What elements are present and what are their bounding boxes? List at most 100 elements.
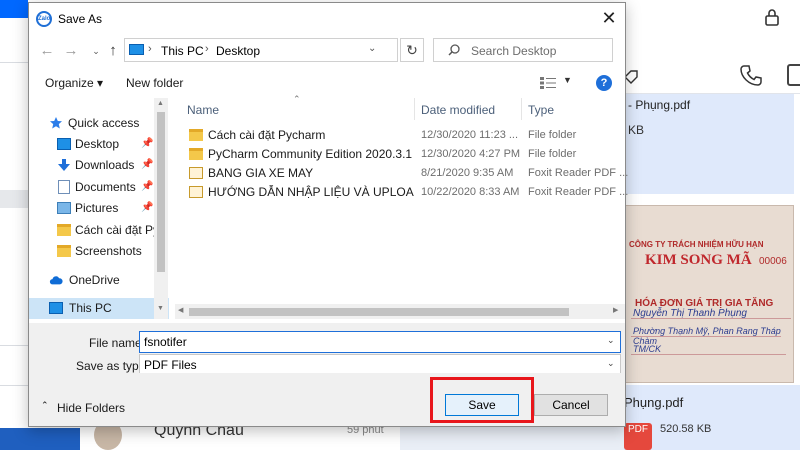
sidebar-item-quick-access[interactable]: Quick access	[29, 113, 169, 134]
background-divider	[0, 62, 28, 63]
chat-panel: - Phụng.pdf KB CÔNG TY TRÁCH NHIỆM HỮU H…	[624, 0, 800, 450]
column-divider[interactable]	[414, 98, 415, 120]
column-divider[interactable]	[521, 98, 522, 120]
up-arrow-icon[interactable]: ↑	[104, 42, 122, 60]
sidebar-item-label: Pictures	[75, 201, 119, 215]
cloud-icon	[49, 276, 63, 285]
view-dropdown-icon[interactable]: ▼	[563, 75, 572, 85]
file-name: BANG GIA XE MAY	[208, 166, 314, 180]
close-icon[interactable]: ✕	[595, 8, 623, 30]
dialog-titlebar[interactable]: Zalo Save As ✕	[29, 3, 625, 33]
folder-icon	[57, 224, 71, 236]
recent-locations-chevron-icon[interactable]: ⌄	[87, 42, 105, 60]
file-date: 12/30/2020 4:27 PM	[421, 148, 521, 160]
sidebar-item-documents[interactable]: Documents 📌	[29, 177, 169, 198]
file-type: Foxit Reader PDF ...	[528, 186, 629, 198]
file-list: ⌃ Name Date modified Type Cách cài đặt P…	[175, 94, 628, 319]
chevron-down-icon[interactable]: ⌄	[368, 43, 376, 54]
new-folder-button[interactable]: New folder	[126, 76, 183, 90]
tag-icon[interactable]	[624, 70, 638, 84]
invoice-line	[631, 336, 781, 337]
dialog-title: Save As	[58, 12, 103, 26]
chat-file-name: - Phụng.pdf	[628, 98, 691, 112]
file-row[interactable]: BANG GIA XE MAY 8/21/2020 9:35 AM Foxit …	[175, 164, 628, 183]
sidebar-item-label: Screenshots	[75, 244, 142, 258]
pc-icon	[129, 44, 144, 55]
scrollbar-thumb[interactable]	[189, 308, 569, 316]
sidebar-item-label: Quick access	[68, 116, 140, 130]
background-divider	[0, 345, 28, 346]
column-header-date-modified[interactable]: Date modified	[421, 103, 495, 117]
chat-header	[624, 32, 800, 94]
documents-icon	[58, 180, 70, 194]
chevron-down-icon[interactable]: ⌄	[607, 335, 615, 346]
scroll-up-icon[interactable]: ▲	[157, 100, 164, 107]
chat-file-message[interactable]: Phụng.pdf PDF 520.58 KB	[624, 385, 800, 450]
breadcrumb-separator: ›	[148, 43, 152, 55]
background-left-strip	[0, 0, 28, 450]
save-as-type-label: Save as type:	[76, 359, 149, 373]
chat-file-size: 520.58 KB	[660, 423, 712, 435]
search-icon	[448, 44, 460, 56]
hide-folders-button[interactable]: Hide Folders	[57, 401, 125, 415]
download-icon	[58, 159, 70, 171]
file-row[interactable]: HƯỚNG DẪN NHẬP LIỆU VÀ UPLOAD H... 10/22…	[175, 183, 628, 202]
file-name: HƯỚNG DẪN NHẬP LIỆU VÀ UPLOAD H...	[208, 185, 414, 199]
save-form: File name: fsnotifer ⌄ Save as type: PDF…	[29, 323, 625, 376]
window-toggle-icon[interactable]	[787, 64, 800, 86]
pdf-icon: PDF	[624, 423, 652, 450]
chevron-down-icon[interactable]: ⌄	[607, 358, 615, 369]
sidebar-item-desktop[interactable]: Desktop 📌	[29, 134, 169, 155]
file-type: File folder	[528, 148, 577, 160]
breadcrumb-separator: ›	[205, 43, 209, 55]
sidebar-item-downloads[interactable]: Downloads 📌	[29, 155, 169, 176]
sidebar-item-cach-cai-dat[interactable]: Cách cài đặt Pyc	[29, 220, 169, 241]
phone-icon[interactable]	[740, 64, 762, 86]
refresh-icon[interactable]: ↻	[400, 38, 424, 62]
scroll-right-icon[interactable]: ▶	[613, 306, 618, 314]
sidebar-item-label: Desktop	[75, 137, 120, 151]
file-date: 10/22/2020 8:33 AM	[421, 186, 520, 198]
horizontal-scrollbar[interactable]: ◀ ▶	[175, 304, 625, 319]
help-icon[interactable]: ?	[596, 75, 612, 91]
sidebar-item-screenshots[interactable]: Screenshots	[29, 241, 169, 262]
back-arrow-icon[interactable]: ←	[38, 42, 56, 60]
chat-image-message[interactable]: CÔNG TY TRÁCH NHIỆM HỮU HẠN KIM SONG MÃ …	[624, 205, 794, 383]
column-header-name[interactable]: Name	[187, 103, 219, 117]
pin-icon: 📌	[141, 138, 154, 149]
address-bar[interactable]: › This PC › Desktop ⌄	[124, 38, 398, 62]
sidebar-item-label: Documents	[75, 180, 136, 194]
chevron-up-icon[interactable]: ⌃	[41, 400, 49, 411]
lock-icon	[765, 9, 779, 26]
scroll-down-icon[interactable]: ▼	[157, 305, 164, 312]
cancel-button[interactable]: Cancel	[534, 394, 608, 416]
column-header-type[interactable]: Type	[528, 103, 554, 117]
invoice-brand: KIM SONG MÃ	[645, 252, 752, 268]
forward-arrow-icon[interactable]: →	[62, 42, 80, 60]
breadcrumb-desktop[interactable]: Desktop	[216, 44, 260, 58]
scroll-left-icon[interactable]: ◀	[178, 306, 183, 314]
view-options-icon[interactable]	[540, 77, 556, 89]
organize-button[interactable]: Organize ▾	[45, 76, 103, 90]
folder-icon	[189, 129, 203, 141]
background-grey-bar	[0, 190, 28, 208]
pdf-file-icon	[189, 186, 203, 198]
search-box[interactable]: Search Desktop	[433, 38, 613, 62]
scrollbar-thumb[interactable]	[157, 112, 165, 272]
sidebar-item-this-pc[interactable]: This PC	[29, 298, 169, 319]
chat-file-message[interactable]: - Phụng.pdf KB	[624, 94, 794, 194]
navigation-scrollbar[interactable]: ▲ ▼	[154, 98, 168, 319]
file-type: File folder	[528, 129, 577, 141]
file-date: 12/30/2020 11:23 ...	[421, 129, 519, 141]
sidebar-item-pictures[interactable]: Pictures 📌	[29, 198, 169, 219]
file-date: 8/21/2020 9:35 AM	[421, 167, 514, 179]
zalo-app-icon: Zalo	[36, 11, 52, 27]
background-blue-bar	[0, 0, 28, 18]
file-row[interactable]: PyCharm Community Edition 2020.3.1 12/30…	[175, 145, 615, 164]
sidebar-item-onedrive[interactable]: OneDrive	[29, 270, 169, 291]
folder-icon	[189, 148, 203, 160]
file-name-label: File name:	[89, 336, 146, 350]
file-row[interactable]: Cách cài đặt Pycharm 12/30/2020 11:23 ..…	[175, 126, 615, 145]
file-name-input[interactable]: fsnotifer	[139, 331, 621, 353]
breadcrumb-this-pc[interactable]: This PC	[161, 44, 204, 58]
